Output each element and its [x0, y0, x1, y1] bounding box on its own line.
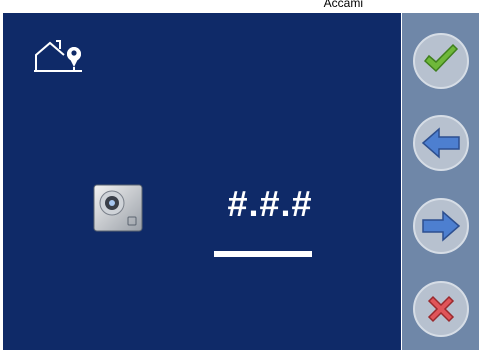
confirm-button[interactable]	[411, 31, 471, 91]
checkmark-icon	[413, 33, 469, 89]
arrow-left-icon	[413, 115, 469, 171]
main-screen: #.#.#	[3, 13, 401, 350]
unit-code: #.#.#	[227, 183, 313, 224]
forward-button[interactable]	[411, 196, 471, 256]
house-location-icon	[34, 40, 82, 72]
input-cursor-underline	[214, 251, 312, 257]
cross-icon	[413, 281, 469, 337]
back-button[interactable]	[411, 113, 471, 173]
top-caption: Accami	[323, 0, 363, 10]
button-sidebar	[402, 13, 479, 350]
door-entry-panel-icon	[93, 184, 143, 232]
cancel-button[interactable]	[411, 279, 471, 339]
arrow-right-icon	[413, 198, 469, 254]
